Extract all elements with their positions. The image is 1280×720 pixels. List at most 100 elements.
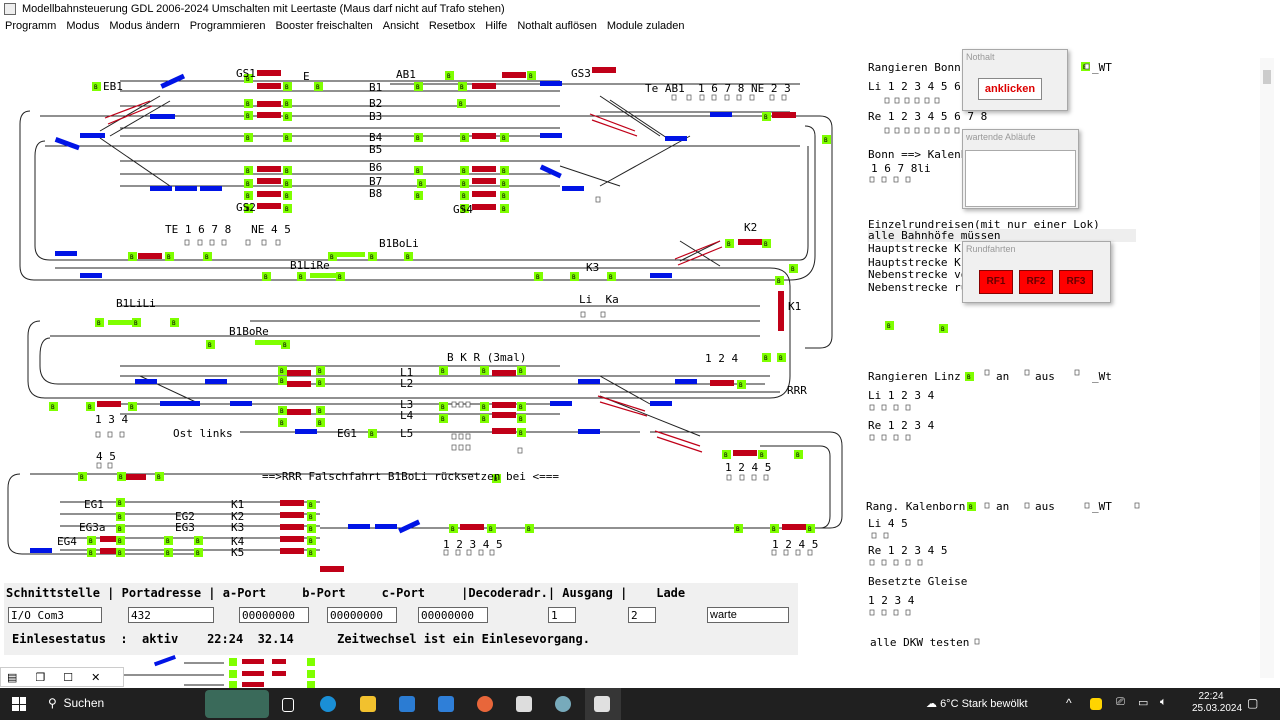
mail-icon[interactable] <box>438 696 454 712</box>
switch-indicator[interactable] <box>458 401 464 408</box>
switch-indicator[interactable] <box>600 311 606 318</box>
switch-indicator[interactable] <box>107 431 113 438</box>
switch-indicator[interactable] <box>699 94 705 101</box>
switch-indicator[interactable] <box>451 444 457 451</box>
switch-indicator[interactable] <box>686 94 692 101</box>
right-switch-indicator[interactable] <box>881 404 887 411</box>
right-switch-indicator[interactable] <box>869 559 875 566</box>
switch-indicator[interactable] <box>736 94 742 101</box>
right-switch-indicator[interactable] <box>869 404 875 411</box>
right-switch-indicator[interactable] <box>894 97 900 104</box>
right-switch-indicator[interactable] <box>917 559 923 566</box>
right-switch-indicator[interactable] <box>1134 502 1140 509</box>
right-switch-indicator[interactable] <box>881 434 887 441</box>
right-switch-indicator[interactable] <box>984 502 990 509</box>
menu-modus-aendern[interactable]: Modus ändern <box>104 18 184 34</box>
c-port-field[interactable] <box>418 607 488 623</box>
rf2-button[interactable]: RF2 <box>1019 270 1053 294</box>
right-switch-indicator[interactable] <box>894 127 900 134</box>
port-address-field[interactable] <box>128 607 214 623</box>
right-switch-indicator[interactable] <box>893 176 899 183</box>
right-switch-indicator[interactable] <box>924 97 930 104</box>
switch-indicator[interactable] <box>275 239 281 246</box>
switch-indicator[interactable] <box>751 474 757 481</box>
right-switch-indicator[interactable] <box>914 97 920 104</box>
weather[interactable]: ☁ 6°C Stark bewölkt <box>926 697 1028 710</box>
switch-indicator[interactable] <box>749 94 755 101</box>
switch-indicator[interactable] <box>711 94 717 101</box>
right-switch-indicator[interactable] <box>1084 63 1090 70</box>
menu-module-zuladen[interactable]: Module zuladen <box>602 18 690 34</box>
right-switch-indicator[interactable] <box>884 127 890 134</box>
switch-indicator[interactable] <box>595 196 601 203</box>
menu-ansicht[interactable]: Ansicht <box>378 18 424 34</box>
right-switch-indicator[interactable] <box>869 434 875 441</box>
a-port-field[interactable] <box>239 607 309 623</box>
notepad-icon[interactable] <box>516 696 532 712</box>
vertical-scrollbar[interactable] <box>1260 58 1274 678</box>
switch-indicator[interactable] <box>209 239 215 246</box>
right-switch-indicator[interactable] <box>871 532 877 539</box>
wartende-list[interactable] <box>965 150 1076 207</box>
menu-nothalt-aufloesen[interactable]: Nothalt auflösen <box>512 18 602 34</box>
store-icon[interactable] <box>399 696 415 712</box>
right-switch-indicator[interactable] <box>893 609 899 616</box>
switch-indicator[interactable] <box>197 239 203 246</box>
lade-field[interactable] <box>707 607 789 623</box>
right-switch-indicator[interactable] <box>905 176 911 183</box>
right-switch-indicator[interactable] <box>914 127 920 134</box>
rf1-button[interactable]: RF1 <box>979 270 1013 294</box>
switch-indicator[interactable] <box>245 239 251 246</box>
right-switch-indicator[interactable] <box>905 559 911 566</box>
right-switch-indicator[interactable] <box>954 127 960 134</box>
switch-indicator[interactable] <box>769 94 775 101</box>
right-switch-indicator[interactable] <box>934 127 940 134</box>
right-switch-indicator[interactable] <box>884 97 890 104</box>
b-port-field[interactable] <box>327 607 397 623</box>
switch-indicator[interactable] <box>580 311 586 318</box>
right-switch-indicator[interactable] <box>881 609 887 616</box>
switch-indicator[interactable] <box>465 401 471 408</box>
edge-icon[interactable] <box>320 696 336 712</box>
right-switch-indicator[interactable] <box>984 369 990 376</box>
right-switch-indicator[interactable] <box>883 532 889 539</box>
menu-hilfe[interactable]: Hilfe <box>480 18 512 34</box>
right-switch-indicator[interactable] <box>905 609 911 616</box>
notification-icon[interactable]: ▢ <box>1247 696 1258 710</box>
switch-indicator[interactable] <box>261 239 267 246</box>
switch-indicator[interactable] <box>781 94 787 101</box>
switch-indicator[interactable] <box>465 433 471 440</box>
menu-booster[interactable]: Booster freischalten <box>271 18 378 34</box>
scrollbar-thumb[interactable] <box>1263 70 1271 84</box>
menu-modus[interactable]: Modus <box>61 18 104 34</box>
right-switch-indicator[interactable] <box>974 638 980 645</box>
right-switch-indicator[interactable] <box>944 127 950 134</box>
switch-indicator[interactable] <box>517 447 523 454</box>
right-switch-indicator[interactable] <box>1024 369 1030 376</box>
menu-programm[interactable]: Programm <box>0 18 61 34</box>
switch-indicator[interactable] <box>107 462 113 469</box>
right-switch-indicator[interactable] <box>881 176 887 183</box>
network-icon[interactable]: ▭ <box>1138 696 1148 709</box>
right-switch-indicator[interactable] <box>893 434 899 441</box>
menu-resetbox[interactable]: Resetbox <box>424 18 480 34</box>
clock[interactable]: 22:24 25.03.2024 <box>1192 691 1242 715</box>
tray-app-icon[interactable] <box>1090 698 1102 710</box>
switch-indicator[interactable] <box>119 431 125 438</box>
switch-indicator[interactable] <box>221 239 227 246</box>
right-switch-indicator[interactable] <box>905 434 911 441</box>
right-switch-indicator[interactable] <box>869 176 875 183</box>
right-switch-indicator[interactable] <box>881 559 887 566</box>
switch-indicator[interactable] <box>95 431 101 438</box>
right-switch-indicator[interactable] <box>869 609 875 616</box>
right-switch-indicator[interactable] <box>893 404 899 411</box>
tray-chevron-icon[interactable]: ^ <box>1066 696 1072 710</box>
right-switch-indicator[interactable] <box>893 559 899 566</box>
app-icon-generic[interactable] <box>555 696 571 712</box>
switch-indicator[interactable] <box>724 94 730 101</box>
right-switch-indicator[interactable] <box>905 404 911 411</box>
right-switch-indicator[interactable] <box>934 97 940 104</box>
switch-indicator[interactable] <box>726 474 732 481</box>
switch-indicator[interactable] <box>763 474 769 481</box>
right-switch-indicator[interactable] <box>1074 369 1080 376</box>
